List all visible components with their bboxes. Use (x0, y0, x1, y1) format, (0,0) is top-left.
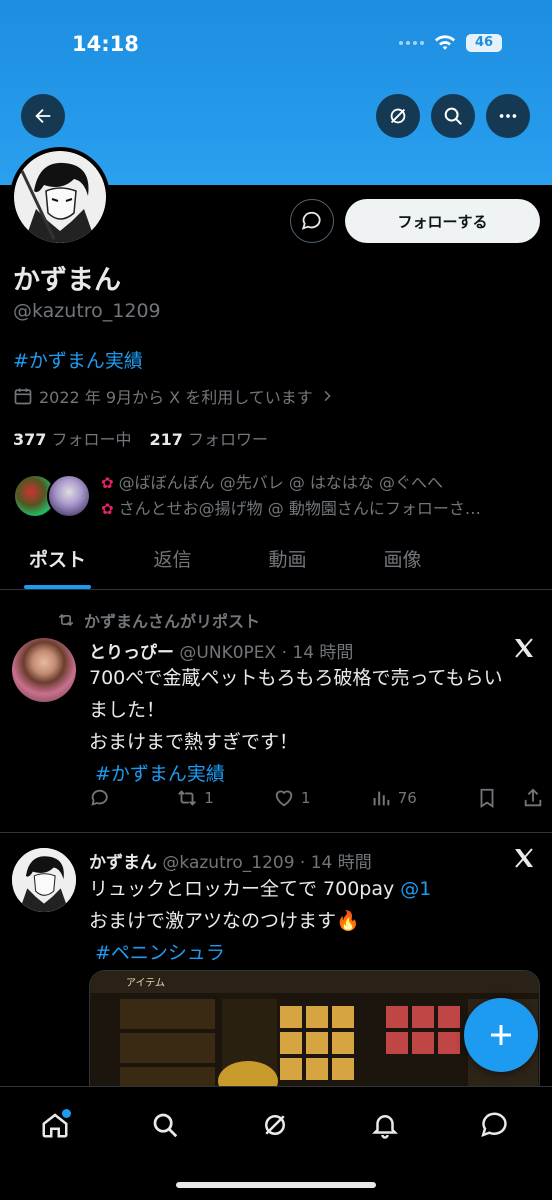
profile-tabs: ポスト 返信 動画 画像 (0, 536, 552, 590)
arrow-left-icon (35, 108, 51, 124)
tweet-avatar[interactable] (12, 638, 76, 702)
hibiscus-icon: ✿ (101, 500, 114, 518)
back-button[interactable] (21, 94, 65, 138)
nav-search[interactable] (145, 1105, 185, 1145)
repost-icon (58, 613, 74, 627)
tweet-extra-actions (476, 787, 544, 809)
repost-button[interactable]: 1 (176, 787, 214, 809)
tab-images[interactable]: 画像 (345, 536, 460, 589)
followers-you-know[interactable]: ✿ @ばぼんぼん @先バレ @ はなはな @ぐへへ ✿ さんとせお@揚げ物 @ … (13, 470, 531, 522)
tweet-author[interactable]: とりっぴー (89, 643, 174, 663)
hibiscus-icon: ✿ (101, 474, 114, 492)
joined-date[interactable]: 2022 年 9月から X を利用しています (13, 384, 335, 408)
cellular-icon (399, 41, 424, 45)
tab-posts[interactable]: ポスト (0, 536, 115, 589)
tweet-actions: 1 1 76 (89, 787, 544, 809)
user-handle: @kazutro_1209 (13, 300, 161, 322)
status-time: 14:18 (72, 32, 139, 56)
avatar-illustration (12, 848, 76, 912)
search-icon (444, 107, 462, 125)
followers-link[interactable]: 217 フォロワー (150, 426, 269, 450)
tweet-meta: @UNK0PEX · 14 時間 (179, 643, 354, 663)
following-link[interactable]: 377 フォロー中 (13, 426, 132, 450)
share-icon[interactable] (522, 787, 544, 809)
tweet-avatar[interactable] (12, 848, 76, 912)
nav-home[interactable] (35, 1105, 75, 1145)
repost-icon (178, 790, 197, 806)
battery-indicator: 46 (466, 34, 502, 52)
home-indicator (176, 1182, 376, 1188)
tweet-header: とりっぴー @UNK0PEX · 14 時間 (89, 638, 353, 663)
bio-hashtag-link[interactable]: #かずまん実績 (13, 346, 143, 373)
grok-icon (265, 1115, 285, 1135)
joined-text: 2022 年 9月から X を利用しています (39, 388, 313, 407)
reply-button[interactable] (89, 787, 117, 809)
tweet-author[interactable]: かずまん (89, 853, 157, 873)
reply-icon (91, 789, 108, 806)
chat-bubble-icon (481, 1112, 507, 1138)
tweet-hashtag-link[interactable]: #かずまん実績 (89, 758, 544, 790)
search-button[interactable] (431, 94, 475, 138)
tweet-header: かずまん @kazutro_1209 · 14 時間 (89, 848, 372, 873)
chat-bubble-icon (301, 211, 321, 230)
tweet-hashtag-link[interactable]: #ペニンシュラ (89, 937, 544, 969)
tweet-text: リュックとロッカー全てで 700pay @1 おまけで激アツなのつけます🔥 #ペ… (89, 873, 544, 969)
mutual-avatars (13, 471, 93, 521)
follow-stats: 377 フォロー中 217 フォロワー (13, 426, 268, 450)
tab-videos[interactable]: 動画 (230, 536, 345, 589)
repost-note: かずまんさんがリポスト (84, 612, 261, 631)
mutual-avatar (47, 474, 91, 518)
like-button[interactable]: 1 (273, 787, 311, 809)
nav-messages[interactable] (475, 1105, 515, 1145)
tweet-divider (0, 832, 552, 833)
more-icon (499, 114, 517, 118)
grok-button[interactable] (376, 94, 420, 138)
nav-notifications[interactable] (365, 1105, 405, 1145)
message-button[interactable] (290, 199, 334, 243)
compose-button[interactable] (464, 998, 538, 1072)
profile-avatar[interactable] (10, 147, 110, 247)
tweet-meta: @kazutro_1209 · 14 時間 (162, 853, 372, 873)
nav-grok[interactable] (255, 1105, 295, 1145)
svg-text:アイテム: アイテム (126, 977, 165, 989)
views-icon (373, 791, 390, 806)
follow-button[interactable]: フォローする (345, 199, 540, 243)
avatar-illustration (14, 151, 106, 243)
grok-icon (390, 108, 406, 124)
search-icon (153, 1113, 178, 1138)
repost-indicator: かずまんさんがリポスト (56, 608, 260, 632)
x-logo-icon (515, 848, 533, 868)
more-button[interactable] (486, 94, 530, 138)
views-button[interactable]: 76 (370, 787, 417, 809)
heart-icon (275, 790, 293, 807)
tab-replies[interactable]: 返信 (115, 536, 230, 589)
display-name: かずまん (13, 265, 121, 296)
calendar-icon (14, 388, 32, 405)
plus-icon (491, 1025, 511, 1045)
wifi-icon (434, 35, 456, 50)
notification-dot (62, 1109, 71, 1118)
chevron-right-icon (324, 390, 331, 402)
bell-icon (371, 1115, 399, 1139)
bookmark-icon[interactable] (476, 787, 498, 809)
x-logo-icon (515, 638, 533, 658)
mention-link[interactable]: @1 (400, 878, 431, 900)
tweet-text: 700ぺで金蔵ペットもろもろ破格で売ってもらい ました！ おまけまで熱すぎです！… (89, 662, 544, 790)
status-icons: 46 (399, 34, 502, 52)
followers-you-know-text: ✿ @ばぼんぼん @先バレ @ はなはな @ぐへへ ✿ さんとせお@揚げ物 @ … (101, 473, 481, 518)
